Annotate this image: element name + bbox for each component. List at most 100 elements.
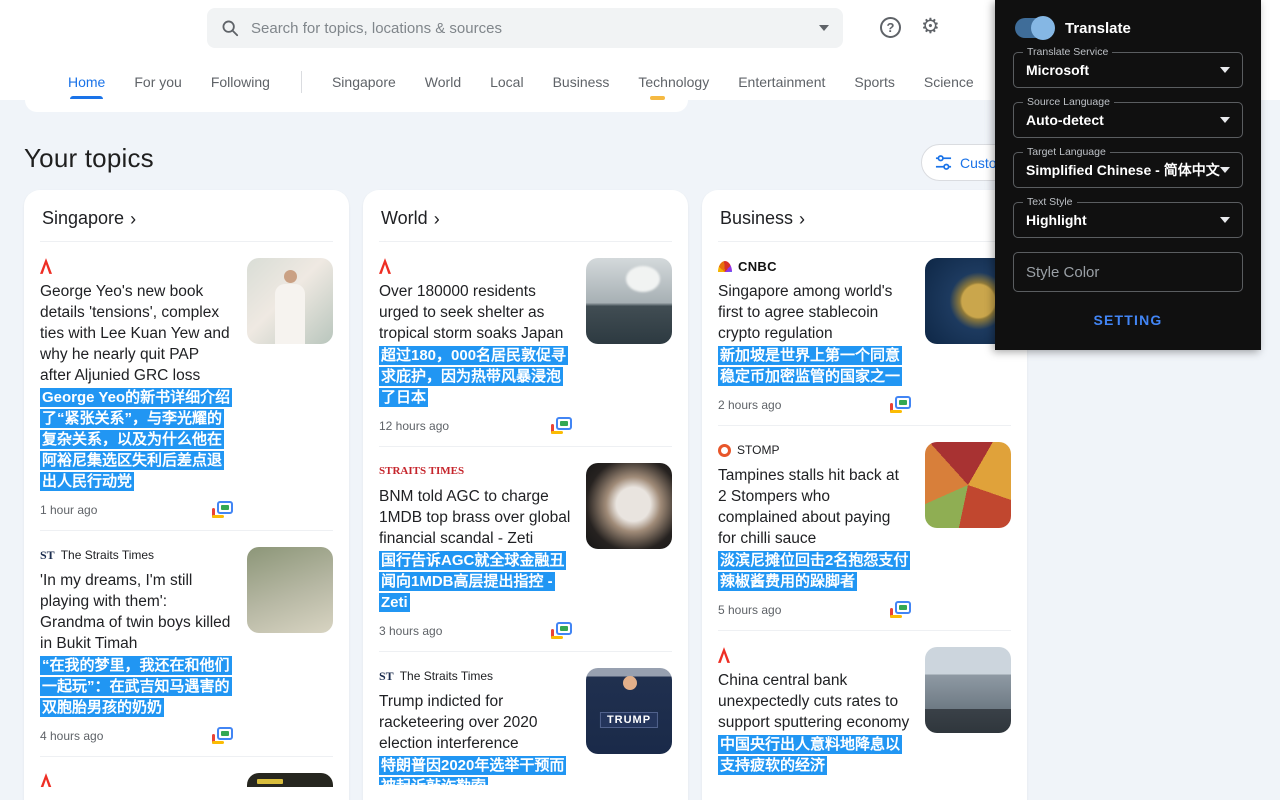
full-coverage-icon[interactable]	[212, 727, 233, 744]
full-coverage-icon[interactable]	[890, 601, 911, 618]
full-coverage-icon[interactable]	[551, 622, 572, 639]
source-language-select[interactable]: Source Language Auto-detect	[1013, 102, 1243, 138]
scrolled-card-remnant	[25, 100, 688, 112]
field-value: Highlight	[1026, 212, 1220, 228]
toggle-knob	[1031, 16, 1055, 40]
article-thumbnail[interactable]	[247, 547, 333, 633]
section-header-world[interactable]: World	[379, 206, 672, 242]
article-headline[interactable]: 'In my dreams, I'm still playing with th…	[40, 570, 233, 654]
cnbc-peacock-icon	[718, 261, 732, 272]
thumbnail-sign-text: TRUMP	[600, 712, 658, 728]
article-headline[interactable]: Singapore among world's first to agree s…	[718, 281, 911, 344]
article-headline[interactable]: George Yeo's new book details 'tensions'…	[40, 281, 233, 386]
article-headline[interactable]: Trump indicted for racketeering over 202…	[379, 691, 572, 754]
panel-title: Translate	[1065, 20, 1131, 37]
section-title: Business	[720, 208, 793, 229]
tab-for-you[interactable]: For you	[134, 74, 181, 90]
tab-science[interactable]: Science	[924, 74, 974, 90]
next-card-partial	[702, 783, 1027, 800]
full-coverage-icon[interactable]	[551, 417, 572, 434]
full-coverage-icon	[650, 96, 665, 100]
source-name: CNBC	[738, 259, 777, 274]
translated-text: 新加坡是世界上第一个同意稳定币加密监管的国家之一	[718, 345, 911, 387]
tab-singapore[interactable]: Singapore	[332, 74, 396, 90]
cna-logo-icon	[379, 258, 391, 274]
article-item: Over 180000 residents urged to seek shel…	[379, 242, 672, 446]
article-thumbnail[interactable]: TRUMP	[586, 668, 672, 754]
article-headline[interactable]: BNM told AGC to charge 1MDB top brass ov…	[379, 486, 572, 549]
article-item: ST The Straits Times Trump indicted for …	[379, 651, 672, 800]
search-icon	[221, 19, 239, 37]
tab-following[interactable]: Following	[211, 74, 270, 90]
topic-card-business: Business CNBC Singapore among world's fi…	[702, 190, 1027, 800]
help-icon[interactable]	[880, 17, 901, 38]
translated-text: 中国央行出人意料地降息以支持疲软的经济	[718, 734, 911, 776]
target-language-select[interactable]: Target Language Simplified Chinese - 简体中…	[1013, 152, 1243, 188]
cna-logo-icon	[718, 647, 730, 663]
article-headline[interactable]: China central bank unexpectedly cuts rat…	[718, 670, 911, 733]
article-timestamp: 12 hours ago	[379, 419, 449, 433]
tune-icon	[935, 154, 952, 171]
chevron-right-icon	[130, 210, 136, 228]
search-box[interactable]	[207, 8, 843, 48]
settings-gear-icon[interactable]	[921, 13, 940, 41]
tab-separator	[301, 71, 302, 93]
translated-text: 超过180，000名居民敦促寻求庇护，因为热带风暴浸泡了日本	[379, 345, 572, 408]
field-label: Text Style	[1023, 196, 1077, 208]
translated-text: “在我的梦里，我还在和他们一起玩”：在武吉知马遇害的双胞胎男孩的奶奶	[40, 655, 233, 718]
tab-entertainment[interactable]: Entertainment	[738, 74, 825, 90]
style-color-input[interactable]	[1013, 252, 1243, 292]
article-timestamp: 2 hours ago	[718, 398, 781, 412]
chevron-right-icon	[799, 210, 805, 228]
tab-business[interactable]: Business	[553, 74, 610, 90]
source-row: ST The Straits Times	[40, 547, 233, 563]
search-input[interactable]	[251, 20, 819, 37]
article-thumbnail[interactable]	[925, 442, 1011, 528]
tab-sports[interactable]: Sports	[854, 74, 894, 90]
search-dropdown-caret-icon[interactable]	[819, 25, 829, 31]
section-header-singapore[interactable]: Singapore	[40, 206, 333, 242]
next-card-partial	[24, 787, 349, 800]
source-row: STOMP	[718, 442, 911, 458]
article-item: STOMP Tampines stalls hit back at 2 Stom…	[718, 425, 1011, 630]
full-coverage-icon[interactable]	[890, 396, 911, 413]
section-header-business[interactable]: Business	[718, 206, 1011, 242]
full-coverage-icon[interactable]	[212, 501, 233, 518]
translate-extension-panel: Translate Translate Service Microsoft So…	[995, 0, 1261, 350]
field-value: Auto-detect	[1026, 112, 1220, 128]
text-style-select[interactable]: Text Style Highlight	[1013, 202, 1243, 238]
cna-logo-icon	[40, 258, 52, 274]
page-title: Your topics	[24, 143, 154, 174]
source-name: STOMP	[737, 443, 779, 457]
field-label: Source Language	[1023, 96, 1114, 108]
translate-toggle[interactable]	[1015, 18, 1053, 38]
article-timestamp: 3 hours ago	[379, 624, 442, 638]
source-name: The Straits Times	[400, 669, 493, 683]
article-headline[interactable]: Over 180000 residents urged to seek shel…	[379, 281, 572, 344]
article-item: George Yeo's new book details 'tensions'…	[40, 242, 333, 530]
dropdown-caret-icon	[1220, 167, 1230, 173]
article-timestamp: 5 hours ago	[718, 603, 781, 617]
field-label: Translate Service	[1023, 46, 1112, 58]
tab-local[interactable]: Local	[490, 74, 523, 90]
source-row	[40, 258, 233, 274]
article-timestamp: 1 hour ago	[40, 503, 97, 517]
setting-button[interactable]: SETTING	[1093, 312, 1162, 328]
nav-tabs: Home For you Following Singapore World L…	[68, 68, 1072, 96]
article-thumbnail[interactable]	[925, 647, 1011, 733]
new-straits-times-logo: STRAITS TIMES	[379, 465, 464, 477]
tab-world[interactable]: World	[425, 74, 461, 90]
tab-technology[interactable]: Technology	[638, 74, 709, 90]
article-thumbnail[interactable]	[586, 258, 672, 344]
article-thumbnail[interactable]	[247, 258, 333, 344]
field-value: Microsoft	[1026, 62, 1220, 78]
translated-text: George Yeo的新书详细介绍了“紧张关系”，与李光耀的复杂关系，以及为什么…	[40, 387, 233, 492]
article-item: ST The Straits Times 'In my dreams, I'm …	[40, 530, 333, 756]
article-thumbnail[interactable]	[586, 463, 672, 549]
field-label: Target Language	[1023, 146, 1110, 158]
article-headline[interactable]: Tampines stalls hit back at 2 Stompers w…	[718, 465, 911, 549]
translated-text: 淡滨尼摊位回击2名抱怨支付辣椒酱费用的跺脚者	[718, 550, 911, 592]
translate-service-select[interactable]: Translate Service Microsoft	[1013, 52, 1243, 88]
tab-home[interactable]: Home	[68, 74, 105, 90]
source-row	[718, 647, 911, 663]
